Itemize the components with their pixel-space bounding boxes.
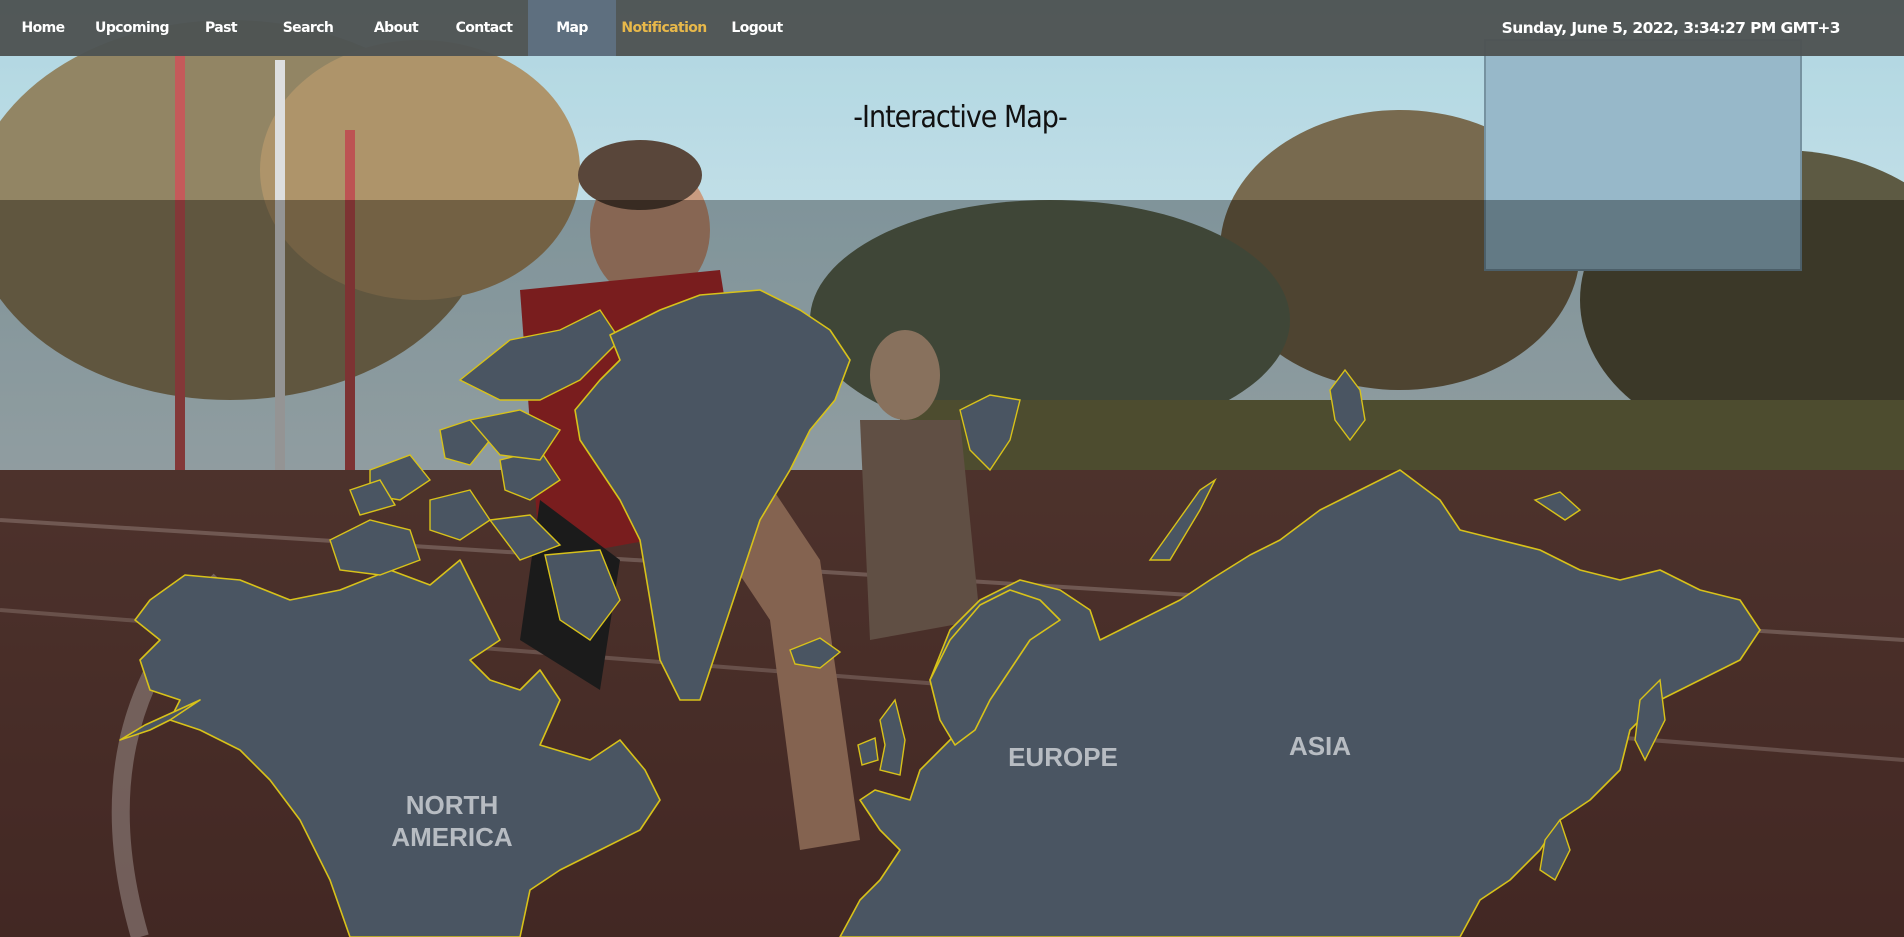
nav-search[interactable]: Search <box>264 0 352 56</box>
region-label-north-america-line2: AMERICA <box>391 822 513 852</box>
nav-notification[interactable]: Notification <box>616 0 712 56</box>
greenland[interactable] <box>574 289 851 701</box>
region-label-europe[interactable]: EUROPE <box>988 741 1138 773</box>
datetime-clock: Sunday, June 5, 2022, 3:34:27 PM GMT+3 <box>1501 19 1841 37</box>
nav-about[interactable]: About <box>352 0 440 56</box>
iceland <box>789 637 842 669</box>
nav-logout[interactable]: Logout <box>712 0 802 56</box>
nav-map[interactable]: Map <box>528 0 616 56</box>
canadian-islands <box>329 519 421 576</box>
nav-past[interactable]: Past <box>178 0 264 56</box>
region-label-north-america-line1: NORTH <box>405 790 499 820</box>
nav-contact[interactable]: Contact <box>440 0 528 56</box>
great-britain <box>879 698 906 776</box>
nav-upcoming[interactable]: Upcoming <box>86 0 178 56</box>
nav-home[interactable]: Home <box>0 0 86 56</box>
region-label-north-america[interactable]: NORTH AMERICA <box>372 789 532 853</box>
ireland <box>857 737 879 766</box>
franz-josef <box>1329 368 1366 442</box>
top-nav: Home Upcoming Past Search About Contact … <box>0 0 1904 56</box>
page-title: -Interactive Map- <box>853 100 1067 135</box>
novaya-zemlya <box>1148 477 1217 561</box>
region-label-asia[interactable]: ASIA <box>1270 730 1370 762</box>
svalbard <box>959 394 1021 472</box>
new-siberian-islands <box>1533 491 1582 521</box>
world-map[interactable] <box>0 0 1904 937</box>
